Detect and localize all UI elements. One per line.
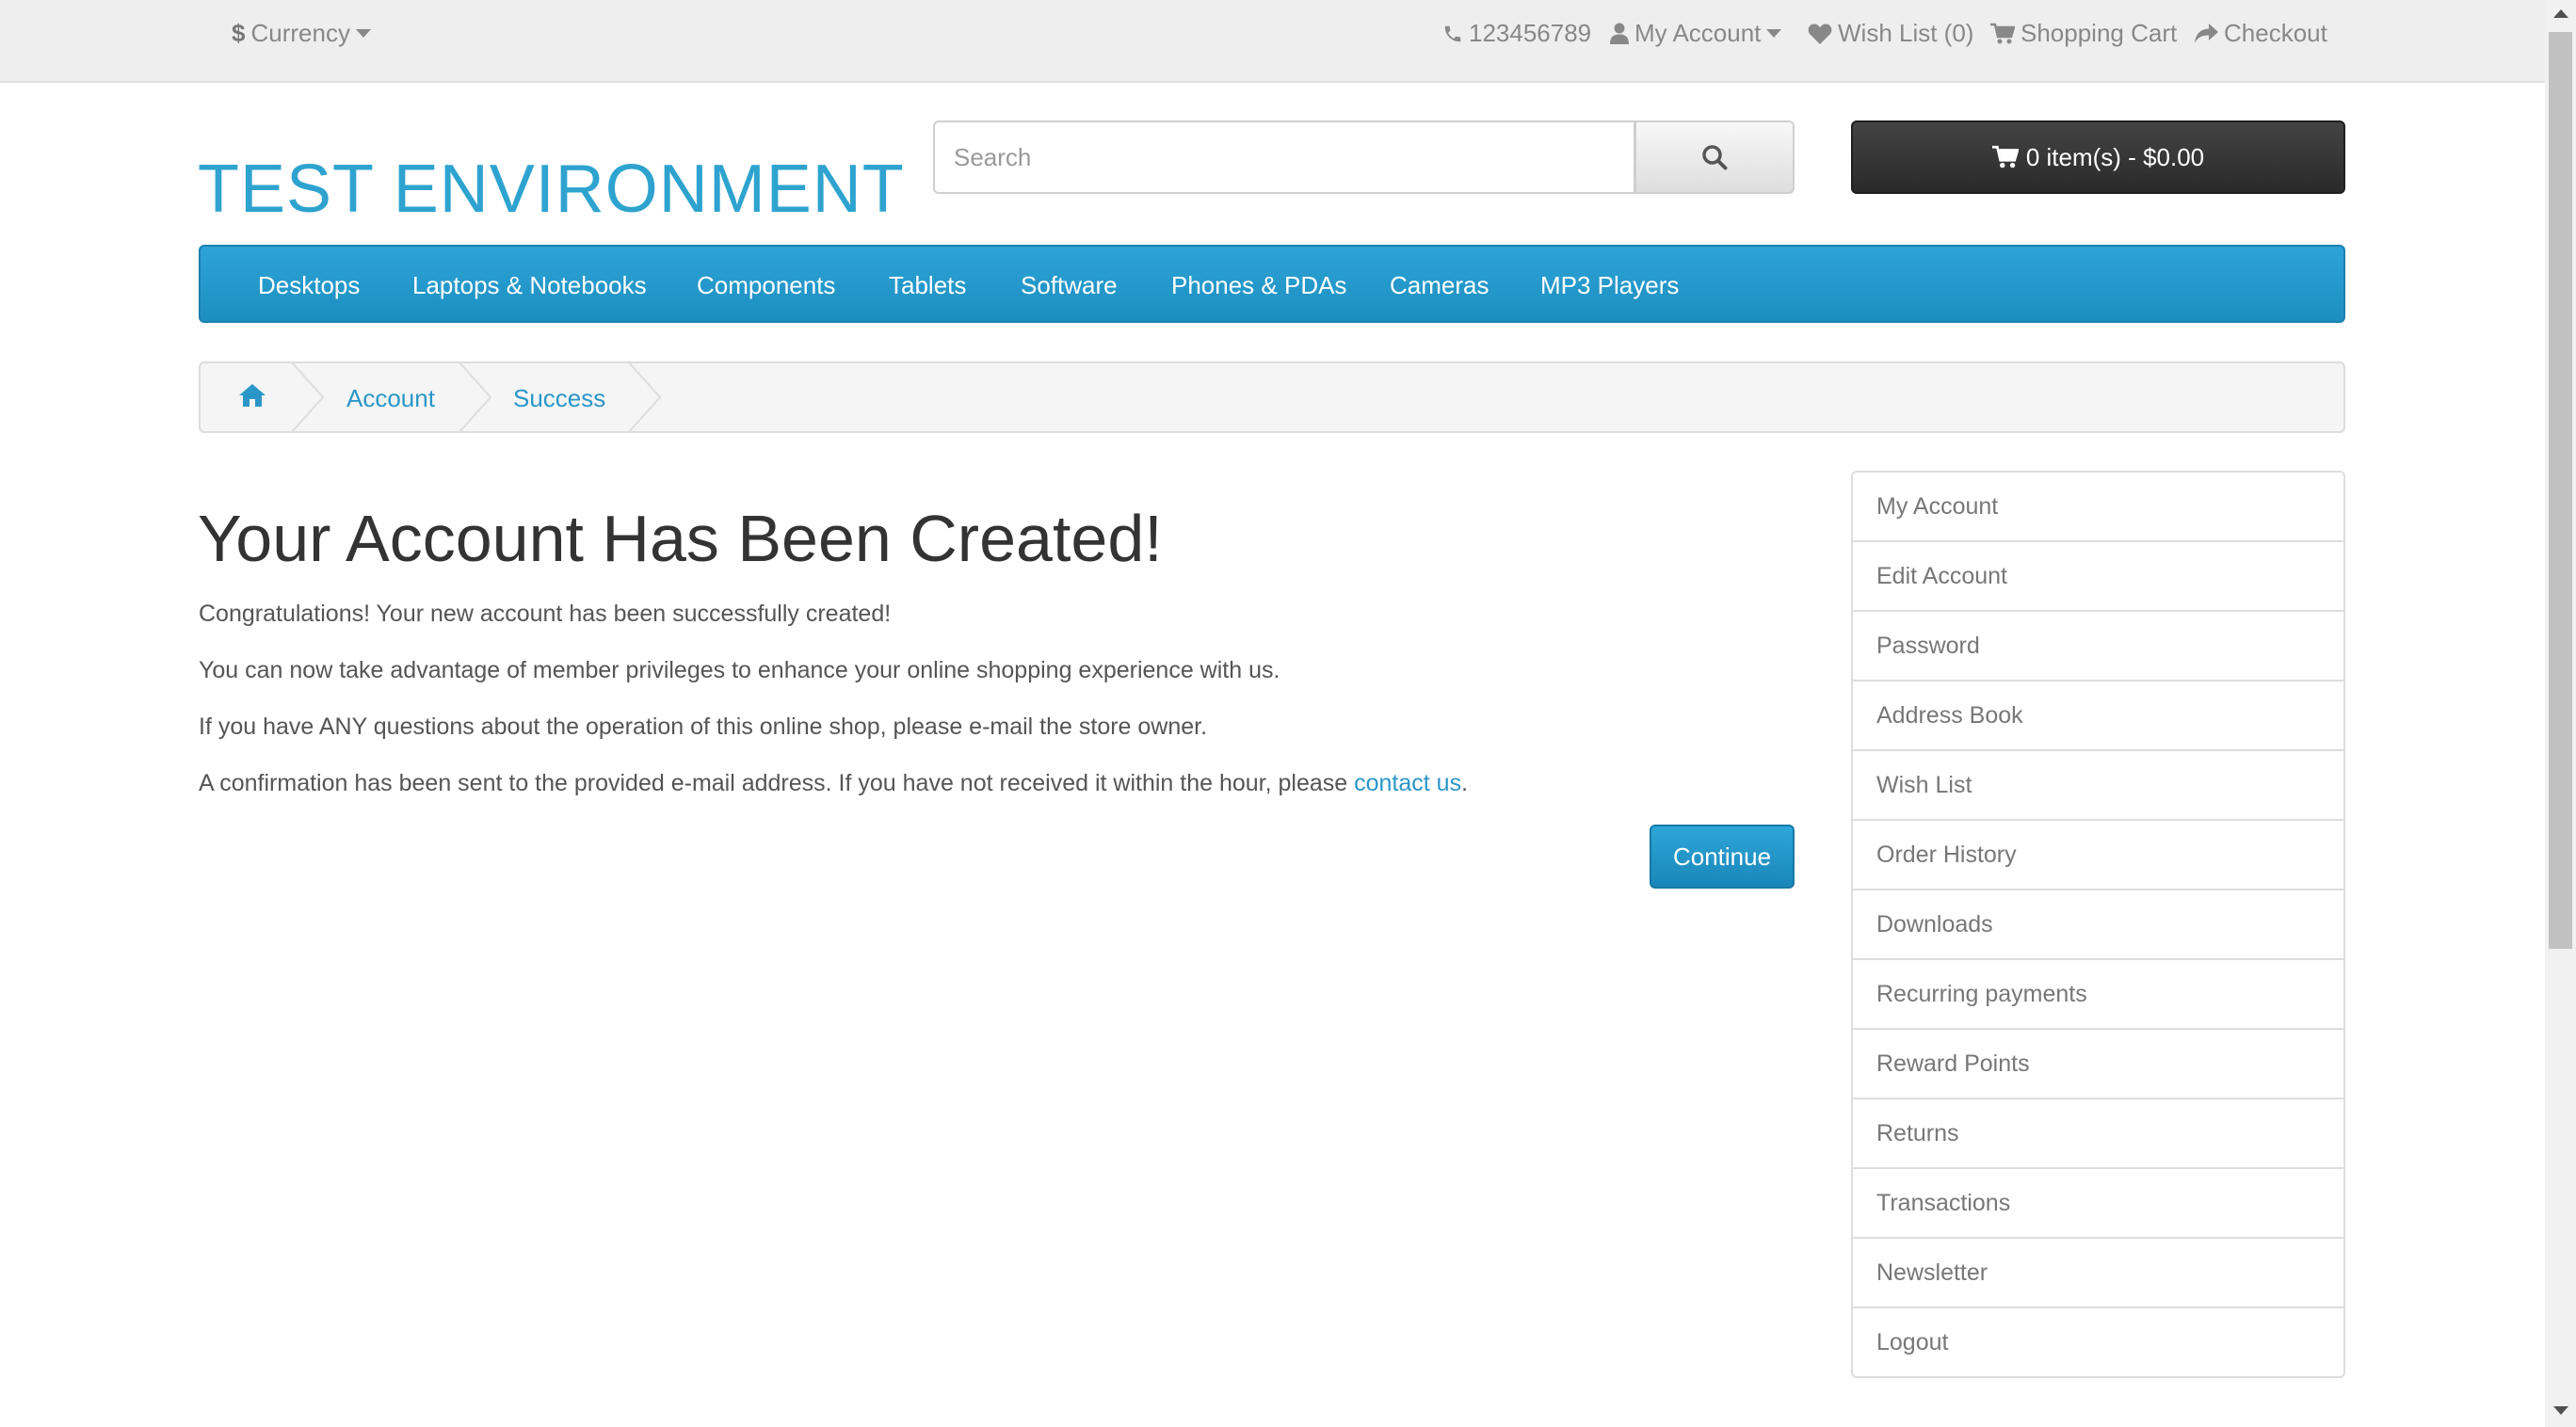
phone-icon [1444,25,1461,41]
menu-item-cameras[interactable]: Cameras [1390,271,1489,300]
paragraph-confirmation: A confirmation has been sent to the prov… [199,770,1468,797]
sidebar-item-returns[interactable]: Returns [1853,1099,2343,1169]
caret-down-icon [1766,28,1782,38]
main-menu: Desktops Laptops & Notebooks Components … [199,245,2345,323]
sidebar-item-password[interactable]: Password [1853,612,2343,681]
confirmation-end: . [1461,770,1469,796]
search-icon [1702,145,1728,170]
currency-label: Currency [250,19,350,47]
sidebar-item-address-book[interactable]: Address Book [1853,681,2343,751]
phone-number: 123456789 [1469,19,1592,47]
sidebar-item-transactions[interactable]: Transactions [1853,1169,2343,1239]
caret-down-icon [355,28,371,38]
paragraph-congratulations: Congratulations! Your new account has be… [199,601,892,627]
page-title: Your Account Has Been Created! [198,502,1163,575]
menu-item-components[interactable]: Components [697,271,835,300]
top-bar: $ Currency 123456789 My Account Wish Lis… [0,0,2545,83]
contact-us-link[interactable]: contact us [1354,770,1461,796]
user-icon [1610,23,1629,44]
store-logo[interactable]: TEST ENVIRONMENT [198,151,905,228]
cart-icon [1990,23,2015,43]
breadcrumb-separator [459,363,492,431]
continue-button[interactable]: Continue [1650,825,1795,889]
search-input[interactable] [933,120,1635,194]
menu-item-tablets[interactable]: Tablets [889,271,966,300]
sidebar-item-reward-points[interactable]: Reward Points [1853,1030,2343,1099]
menu-item-mp3-players[interactable]: MP3 Players [1540,271,1679,300]
cart-button[interactable]: 0 item(s) - $0.00 [1851,120,2345,194]
scrollbar-thumb[interactable] [2549,32,2572,949]
phone-link[interactable]: 123456789 [1442,19,1591,48]
scroll-up-arrow-icon[interactable] [2553,9,2568,18]
sidebar-item-logout[interactable]: Logout [1853,1308,2343,1376]
page: $ Currency 123456789 My Account Wish Lis… [0,0,2576,1427]
search-button[interactable] [1634,120,1795,194]
breadcrumb-separator [291,363,325,431]
wish-list-label: Wish List (0) [1838,19,1974,47]
account-sidebar: My Account Edit Account Password Address… [1851,471,2345,1378]
sidebar-item-my-account[interactable]: My Account [1853,473,2343,542]
my-account-dropdown[interactable]: My Account [1610,19,1782,48]
confirmation-text: A confirmation has been sent to the prov… [199,770,1355,796]
vertical-scrollbar[interactable] [2545,0,2576,1427]
breadcrumb: Account Success [199,361,2345,433]
shopping-cart-label: Shopping Cart [2021,19,2178,47]
sidebar-item-downloads[interactable]: Downloads [1853,890,2343,960]
shopping-cart-link[interactable]: Shopping Cart [1990,19,2177,48]
cart-icon [1991,145,2019,168]
sidebar-item-newsletter[interactable]: Newsletter [1853,1239,2343,1308]
scroll-down-arrow-icon[interactable] [2553,1406,2568,1415]
breadcrumb-success[interactable]: Success [513,384,605,413]
menu-item-phones-pdas[interactable]: Phones & PDAs [1171,271,1346,300]
checkout-link[interactable]: Checkout [2194,19,2327,48]
menu-item-desktops[interactable]: Desktops [258,271,360,300]
sidebar-item-order-history[interactable]: Order History [1853,821,2343,890]
sidebar-item-edit-account[interactable]: Edit Account [1853,542,2343,612]
share-icon [2195,23,2218,43]
wish-list-link[interactable]: Wish List (0) [1808,19,1973,48]
checkout-label: Checkout [2224,19,2327,47]
heart-icon [1808,24,1832,44]
currency-dropdown[interactable]: $ Currency [232,19,371,48]
home-icon[interactable] [238,382,266,413]
menu-item-laptops-notebooks[interactable]: Laptops & Notebooks [412,271,647,300]
breadcrumb-separator [628,363,662,431]
menu-item-software[interactable]: Software [1021,271,1118,300]
paragraph-questions: If you have ANY questions about the oper… [199,714,1208,740]
sidebar-item-recurring-payments[interactable]: Recurring payments [1853,960,2343,1030]
my-account-label: My Account [1634,19,1762,47]
breadcrumb-account[interactable]: Account [346,384,435,413]
paragraph-privileges: You can now take advantage of member pri… [199,657,1280,683]
currency-symbol: $ [232,19,246,47]
cart-summary: 0 item(s) - $0.00 [2025,142,2205,171]
sidebar-item-wish-list[interactable]: Wish List [1853,751,2343,821]
